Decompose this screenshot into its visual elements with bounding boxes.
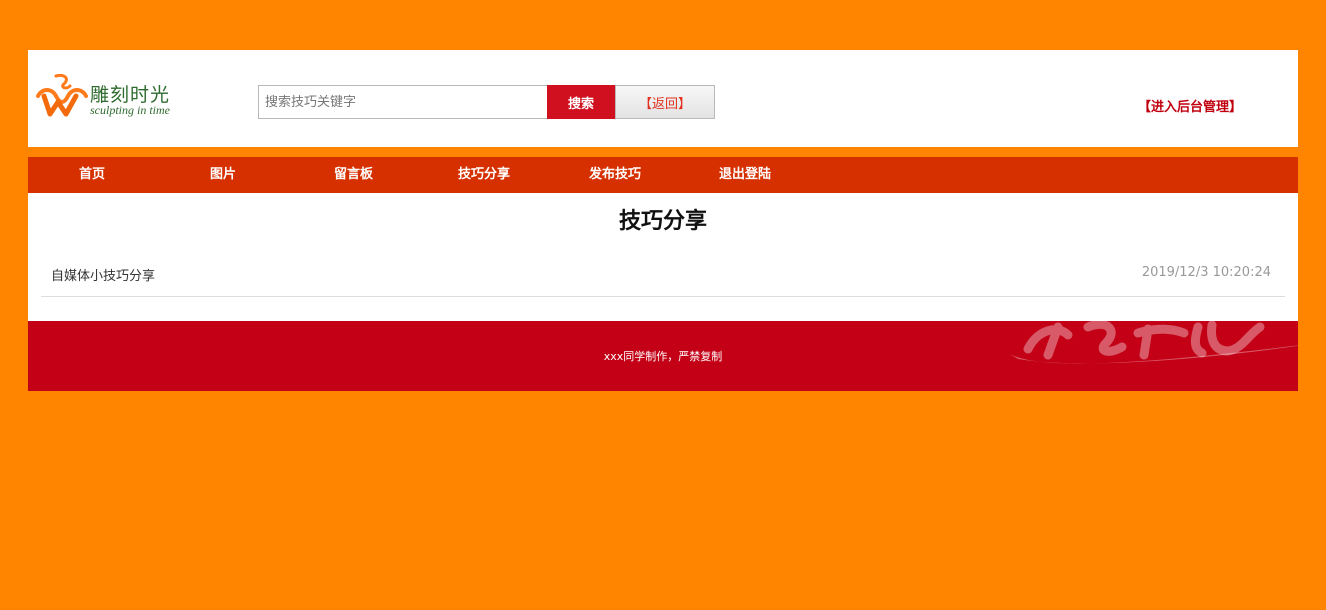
nav-item-logout[interactable]: 退出登陆: [719, 157, 771, 193]
admin-link[interactable]: 【进入后台管理】: [1138, 96, 1242, 115]
search-button[interactable]: 搜索: [547, 85, 615, 119]
search-box: 搜索 【返回】: [258, 85, 715, 119]
site-logo[interactable]: 雕刻时光 sculpting in time: [34, 72, 194, 120]
back-button[interactable]: 【返回】: [615, 85, 715, 119]
search-input[interactable]: [258, 85, 547, 119]
nav-item-publish-tip[interactable]: 发布技巧: [589, 157, 641, 193]
page-title: 技巧分享: [618, 209, 707, 234]
nav-item-message-board[interactable]: 留言板: [334, 157, 373, 193]
main-content: 技巧分享 自媒体小技巧分享 2019/12/3 10:20:24: [28, 193, 1298, 321]
page-wrapper: 雕刻时光 sculpting in time 搜索 【返回】 【进入后台管理】 …: [28, 50, 1298, 391]
article-title-link[interactable]: 自媒体小技巧分享: [51, 265, 155, 284]
header: 雕刻时光 sculpting in time 搜索 【返回】 【进入后台管理】: [28, 50, 1298, 147]
nav-item-home[interactable]: 首页: [79, 157, 105, 193]
nav-item-pictures[interactable]: 图片: [210, 157, 236, 193]
main-nav: 首页 图片 留言板 技巧分享 发布技巧 退出登陆: [28, 157, 1298, 193]
logo-name-en: sculpting in time: [90, 103, 170, 117]
footer: xxx同学制作，严禁复制: [28, 321, 1298, 391]
footer-text: xxx同学制作，严禁复制: [603, 350, 723, 363]
article-date: 2019/12/3 10:20:24: [1141, 265, 1271, 280]
logo-mark-icon: [36, 74, 88, 117]
list-item: 自媒体小技巧分享 2019/12/3 10:20:24: [41, 259, 1285, 297]
nav-item-tips-share[interactable]: 技巧分享: [458, 157, 510, 193]
